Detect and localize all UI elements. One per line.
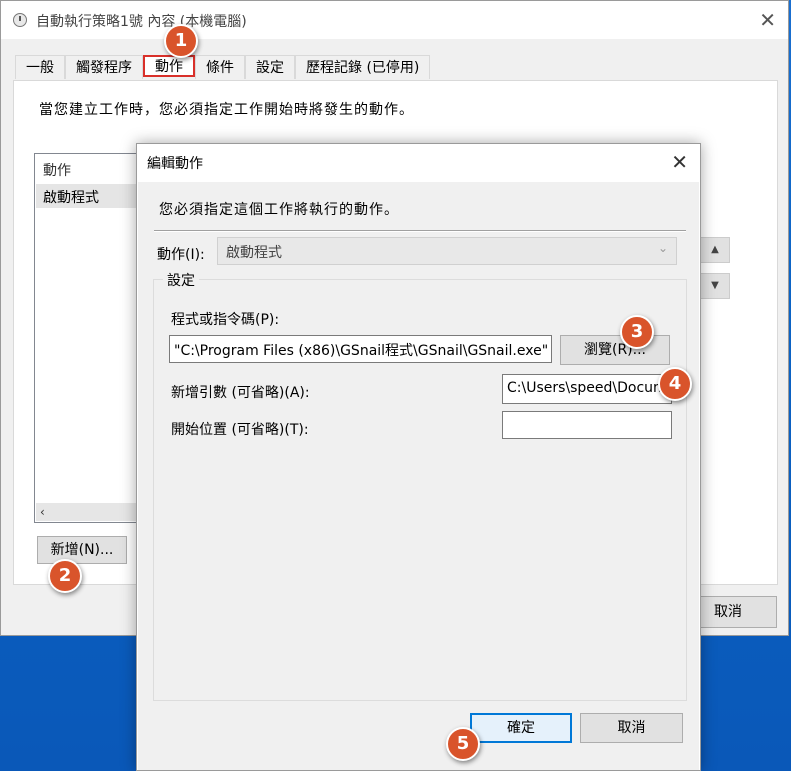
move-down-button[interactable]: ▼ xyxy=(700,273,730,299)
ok-button[interactable]: 確定 xyxy=(470,713,572,743)
dialog-title: 編輯動作 xyxy=(147,156,203,172)
tab-conditions[interactable]: 條件 xyxy=(195,55,245,79)
browse-button[interactable]: 瀏覽(R)... xyxy=(560,335,670,365)
list-column-header[interactable]: 動作 xyxy=(43,160,71,180)
dialog-body: 您必須指定這個工作將執行的動作。 動作(I): 啟動程式 ⌄ 設定 程式或指令碼… xyxy=(138,182,699,770)
arguments-input[interactable]: C:\Users\speed\Documents xyxy=(502,374,672,404)
dialog-cancel-button[interactable]: 取消 xyxy=(580,713,683,743)
tab-history[interactable]: 歷程記錄 (已停用) xyxy=(295,55,431,79)
task-clock-icon xyxy=(13,13,27,27)
tab-settings[interactable]: 設定 xyxy=(245,55,295,79)
scroll-left-icon[interactable]: ‹ xyxy=(40,503,45,521)
chevron-down-icon: ⌄ xyxy=(657,241,668,255)
actions-description: 當您建立工作時，您必須指定工作開始時將發生的動作。 xyxy=(39,102,414,118)
tab-actions[interactable]: 動作 xyxy=(143,55,195,77)
program-input[interactable]: "C:\Program Files (x86)\GSnail程式\GSnail\… xyxy=(169,335,552,363)
dialog-description: 您必須指定這個工作將執行的動作。 xyxy=(159,202,399,218)
start-in-input[interactable] xyxy=(502,411,672,439)
tab-strip: 一般 觸發程序 動作 條件 設定 歷程記錄 (已停用) xyxy=(15,55,431,81)
arguments-input-value: C:\Users\speed\Documents xyxy=(507,380,671,396)
action-label: 動作(I): xyxy=(157,247,205,263)
divider xyxy=(154,230,686,232)
start-in-label: 開始位置 (可省略)(T): xyxy=(171,422,309,438)
action-select[interactable]: 啟動程式 ⌄ xyxy=(217,237,677,265)
new-action-button[interactable]: 新增(N)... xyxy=(37,536,127,564)
window-title: 自動執行策略1號 內容 (本機電腦) xyxy=(36,14,247,30)
tab-general[interactable]: 一般 xyxy=(15,55,65,79)
action-select-value: 啟動程式 xyxy=(226,245,282,261)
settings-legend: 設定 xyxy=(163,270,199,290)
arguments-label: 新增引數 (可省略)(A): xyxy=(171,385,310,401)
move-up-button[interactable]: ▲ xyxy=(700,237,730,263)
tab-triggers[interactable]: 觸發程序 xyxy=(65,55,143,79)
window-close-icon[interactable]: ✕ xyxy=(759,10,776,30)
edit-action-dialog: 編輯動作 ✕ 您必須指定這個工作將執行的動作。 動作(I): 啟動程式 ⌄ 設定… xyxy=(136,143,701,771)
dialog-close-icon[interactable]: ✕ xyxy=(671,152,688,172)
window-titlebar: 自動執行策略1號 內容 (本機電腦) ✕ xyxy=(1,1,788,39)
step-marker-4: 4 xyxy=(658,367,692,401)
step-marker-3: 3 xyxy=(620,315,654,349)
step-marker-5: 5 xyxy=(446,727,480,761)
program-input-value: "C:\Program Files (x86)\GSnail程式\GSnail\… xyxy=(174,343,549,359)
step-marker-2: 2 xyxy=(48,559,82,593)
horizontal-scrollbar[interactable]: ‹ xyxy=(36,503,152,521)
step-marker-1: 1 xyxy=(164,24,198,58)
program-label: 程式或指令碼(P): xyxy=(171,312,280,328)
list-item-label: 啟動程式 xyxy=(43,190,99,206)
